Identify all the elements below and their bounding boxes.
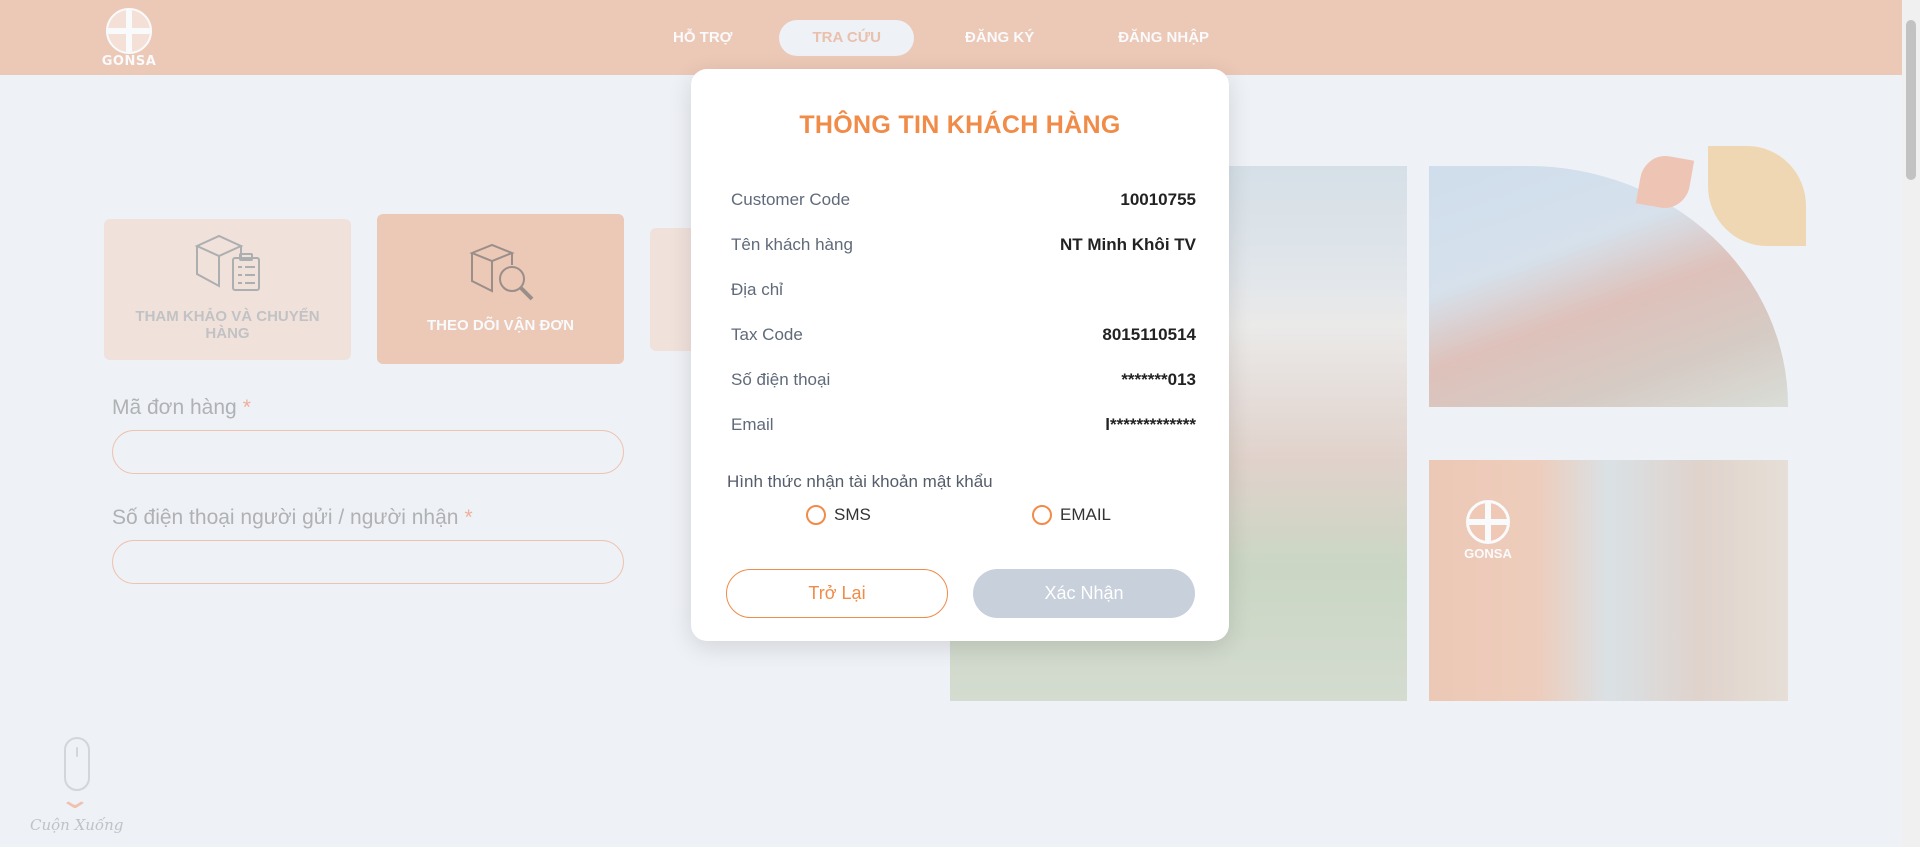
info-label: Địa chỉ [731, 280, 783, 299]
radio-email-label: EMAIL [1060, 505, 1112, 524]
radio-circle-icon[interactable] [1032, 505, 1052, 525]
radio-email[interactable]: EMAIL [1032, 505, 1111, 525]
back-button[interactable]: Trở Lại [726, 569, 948, 618]
info-label: Tên khách hàng [731, 235, 853, 254]
info-value: l************* [1105, 415, 1196, 434]
radio-sms[interactable]: SMS [806, 505, 871, 525]
info-row-email: Email l************* [731, 412, 1196, 438]
info-row-address: Địa chỉ [731, 277, 1196, 303]
info-row-customer-name: Tên khách hàng NT Minh Khôi TV [731, 232, 1196, 258]
info-row-tax-code: Tax Code 8015110514 [731, 322, 1196, 348]
scrollbar-thumb[interactable] [1906, 20, 1916, 180]
customer-info-modal: THÔNG TIN KHÁCH HÀNG Customer Code 10010… [691, 69, 1229, 641]
radio-sms-label: SMS [834, 505, 871, 524]
info-label: Tax Code [731, 325, 803, 344]
info-value: *******013 [1121, 370, 1196, 389]
info-row-phone: Số điện thoại *******013 [731, 367, 1196, 393]
radio-circle-icon[interactable] [806, 505, 826, 525]
info-row-customer-code: Customer Code 10010755 [731, 187, 1196, 213]
info-label: Customer Code [731, 190, 851, 209]
info-value: 8015110514 [1102, 325, 1196, 344]
info-label: Số điện thoại [731, 370, 831, 389]
modal-title: THÔNG TIN KHÁCH HÀNG [799, 111, 1121, 139]
info-value: 10010755 [1120, 190, 1196, 209]
confirm-button[interactable]: Xác Nhận [973, 569, 1195, 618]
receive-method-label: Hình thức nhận tài khoản mật khẩu [727, 472, 993, 491]
info-label: Email [731, 415, 774, 434]
info-value: NT Minh Khôi TV [1060, 235, 1196, 254]
page-scrollbar[interactable] [1902, 0, 1920, 847]
